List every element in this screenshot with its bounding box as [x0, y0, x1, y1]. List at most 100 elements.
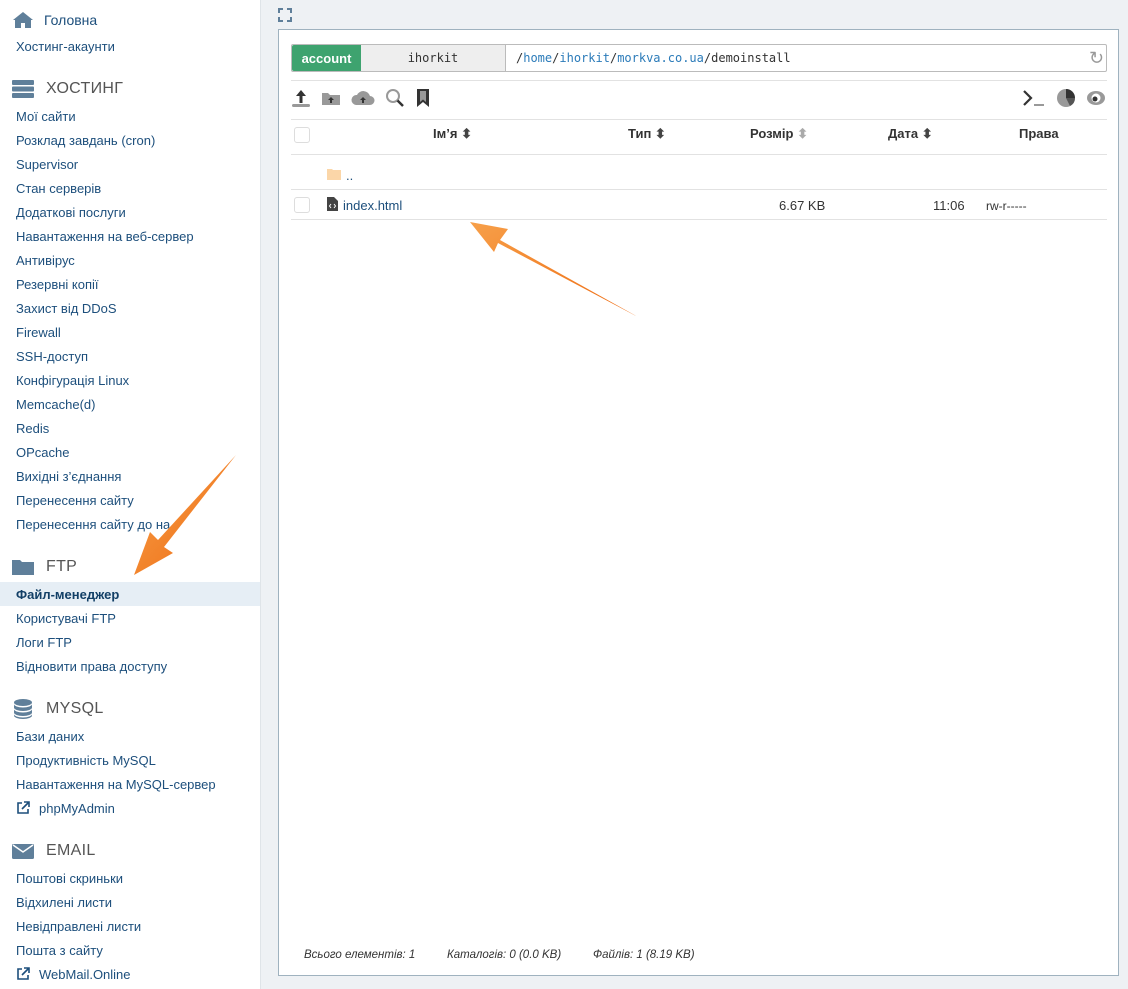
sidebar-item-label: Memcache(d): [16, 396, 96, 412]
sidebar-item[interactable]: Резервні копії: [0, 272, 260, 296]
sidebar-item[interactable]: Перенесення сайту: [0, 488, 260, 512]
path-segment[interactable]: home: [523, 51, 552, 65]
sidebar-item-label: Головна: [44, 12, 98, 28]
sidebar-item[interactable]: Перенесення сайту до на: [0, 512, 260, 536]
search-icon[interactable]: [385, 88, 405, 108]
sidebar-item-label: Мої сайти: [16, 108, 76, 124]
refresh-icon[interactable]: ↻: [1089, 48, 1104, 69]
column-header-type[interactable]: Тип ⬍: [628, 126, 666, 142]
section-title: ХОСТИНГ: [46, 80, 124, 97]
file-size: 6.67 KB: [779, 198, 826, 213]
footer-dirs: Каталогів: 0 (0.0 KB): [447, 949, 562, 961]
sidebar-item-label: OPcache: [16, 444, 70, 460]
sidebar-item[interactable]: Мої сайти: [0, 104, 260, 128]
section-title: EMAIL: [46, 842, 96, 859]
sidebar-item[interactable]: Redis: [0, 416, 260, 440]
sidebar-item[interactable]: phpMyAdmin: [0, 796, 260, 820]
sidebar-item[interactable]: Конфігурація Linux: [0, 368, 260, 392]
sidebar-item[interactable]: Стан серверів: [0, 176, 260, 200]
sidebar-item[interactable]: Вихідні з’єднання: [0, 464, 260, 488]
footer-files: Файлів: 1 (8.19 KB): [593, 949, 695, 961]
sidebar-section-header: MYSQL: [0, 694, 260, 724]
external-link-icon: [17, 967, 30, 980]
sidebar-item[interactable]: Пошта з сайту: [0, 938, 260, 962]
column-header-size[interactable]: Розмір ⬍: [750, 126, 808, 142]
sidebar-item[interactable]: Supervisor: [0, 152, 260, 176]
terminal-icon[interactable]: [1022, 88, 1046, 108]
sidebar-item[interactable]: Додаткові послуги: [0, 200, 260, 224]
external-link-icon: [17, 801, 30, 814]
sidebar-item-label: WebMail.Online: [39, 966, 131, 982]
sidebar-item-label: Бази даних: [16, 728, 85, 744]
footer-total: Всього елементів: 1: [304, 949, 416, 961]
sidebar-item[interactable]: Memcache(d): [0, 392, 260, 416]
toolbar-right: [1022, 88, 1106, 108]
sidebar-section-header: ХОСТИНГ: [0, 74, 260, 104]
sidebar-item[interactable]: Навантаження на MySQL-сервер: [0, 772, 260, 796]
sidebar-section-header: FTP: [0, 552, 260, 582]
sidebar-item[interactable]: Бази даних: [0, 724, 260, 748]
parent-dir-link[interactable]: ..: [346, 168, 353, 183]
bookmark-icon[interactable]: [415, 88, 431, 108]
sidebar-item-label: Хостинг-акаунти: [16, 38, 115, 54]
sidebar-item[interactable]: Продуктивність MySQL: [0, 748, 260, 772]
sidebar-item-label: Логи FTP: [16, 634, 72, 650]
sidebar-item-label: Вихідні з’єднання: [16, 468, 122, 484]
sidebar-item[interactable]: Невідправлені листи: [0, 914, 260, 938]
row-checkbox[interactable]: [294, 197, 310, 213]
column-header-name[interactable]: Ім’я ⬍: [433, 126, 472, 142]
sidebar-item-label: Перенесення сайту: [16, 492, 134, 508]
sidebar-item-label: Відновити права доступу: [16, 658, 168, 674]
sidebar-item-label: Антивірус: [16, 252, 75, 268]
sidebar-section-header: EMAIL: [0, 836, 260, 866]
sidebar-item[interactable]: Поштові скриньки: [0, 866, 260, 890]
divider: [291, 119, 1107, 120]
upload-icon[interactable]: [291, 88, 311, 108]
sidebar-item[interactable]: Логи FTP: [0, 630, 260, 654]
column-header-perms: Права: [1019, 126, 1059, 141]
sidebar-item[interactable]: Файл-менеджер: [0, 582, 260, 606]
sidebar-item-home[interactable]: Головна: [0, 6, 260, 34]
sidebar-item-hosting-accounts[interactable]: Хостинг-акаунти: [0, 34, 260, 58]
sidebar-item-label: Додаткові послуги: [16, 204, 126, 220]
sidebar-item-label: Розклад завдань (cron): [16, 132, 156, 148]
path-segment[interactable]: ihorkit: [559, 51, 610, 65]
sidebar-item-label: Пошта з сайту: [16, 942, 103, 958]
upload-folder-icon[interactable]: [321, 88, 341, 108]
sidebar-item-label: Файл-менеджер: [16, 586, 120, 602]
sidebar-item-label: Поштові скриньки: [16, 870, 124, 886]
sidebar-item-label: Навантаження на MySQL-сервер: [16, 776, 216, 792]
file-date: 11:06: [933, 198, 965, 213]
sidebar-item-label: SSH-доступ: [16, 348, 89, 364]
account-badge[interactable]: account: [292, 45, 361, 71]
sidebar-item[interactable]: Користувачі FTP: [0, 606, 260, 630]
column-header-date[interactable]: Дата ⬍: [888, 126, 933, 142]
sidebar-item-label: Продуктивність MySQL: [16, 752, 156, 768]
expand-icon[interactable]: [278, 8, 292, 22]
account-user[interactable]: ihorkit: [361, 45, 506, 71]
eye-icon[interactable]: [1086, 88, 1106, 108]
sidebar-item[interactable]: Firewall: [0, 320, 260, 344]
path-breadcrumb: / home / ihorkit / morkva.co.ua / demoinstall: [516, 51, 791, 65]
sidebar-item[interactable]: Захист від DDoS: [0, 296, 260, 320]
sidebar-item[interactable]: Відновити права доступу: [0, 654, 260, 678]
select-all-checkbox[interactable]: [294, 127, 310, 143]
server-icon: [12, 80, 46, 98]
sidebar-item[interactable]: WebMail.Online: [0, 962, 260, 986]
sidebar-item[interactable]: SSH-доступ: [0, 344, 260, 368]
sidebar-item-label: Firewall: [16, 324, 61, 340]
path-segment[interactable]: morkva.co.ua: [617, 51, 704, 65]
sidebar-item[interactable]: Розклад завдань (cron): [0, 128, 260, 152]
file-name-link[interactable]: index.html: [343, 198, 402, 213]
sidebar-item[interactable]: Антивірус: [0, 248, 260, 272]
sidebar-item[interactable]: OPcache: [0, 440, 260, 464]
database-icon: [12, 699, 46, 719]
folder-icon: [327, 169, 341, 180]
cloud-upload-icon[interactable]: [351, 88, 375, 108]
divider: [291, 219, 1107, 220]
section-title: MYSQL: [46, 700, 104, 717]
sidebar-item[interactable]: Відхилені листи: [0, 890, 260, 914]
divider: [291, 80, 1107, 81]
disk-usage-icon[interactable]: [1056, 88, 1076, 108]
sidebar-item[interactable]: Навантаження на веб-сервер: [0, 224, 260, 248]
